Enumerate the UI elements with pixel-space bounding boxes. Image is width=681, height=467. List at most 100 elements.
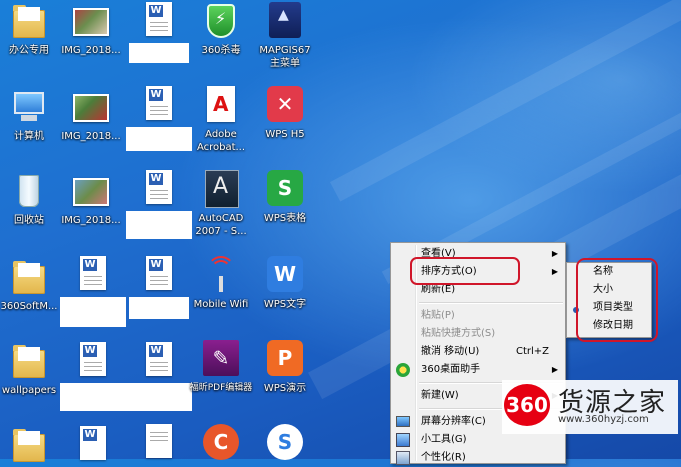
site-watermark: 360 货源之家 www.360hyzj.com bbox=[502, 380, 678, 434]
word-doc-icon: W bbox=[146, 2, 172, 36]
wps-spreadsheet-icon: S bbox=[267, 170, 303, 206]
recycle-bin-icon bbox=[19, 175, 39, 207]
watermark-url: www.360hyzj.com bbox=[558, 414, 649, 425]
desktop-icon-img-1[interactable]: IMG_2018... bbox=[58, 2, 124, 57]
word-doc-icon: W bbox=[146, 342, 172, 376]
desktop-icon-label: 计算机 bbox=[14, 131, 44, 142]
photo-icon bbox=[73, 8, 109, 36]
desktop-icon-wps-h5[interactable]: ✕ WPS H5 bbox=[252, 86, 318, 141]
desktop-icon-label: 360SoftM... bbox=[0, 301, 58, 312]
360-antivirus-icon bbox=[207, 4, 235, 38]
autocad-icon bbox=[205, 170, 239, 208]
desktop-icon-label bbox=[129, 297, 189, 319]
desktop-icon-label: Mobile Wifi bbox=[193, 299, 249, 310]
360-logo: 360 bbox=[504, 384, 550, 426]
mobile-wifi-icon bbox=[207, 256, 235, 292]
desktop-icon-word-doc[interactable]: W bbox=[126, 170, 192, 239]
desktop-icon-label: 办公专用 bbox=[9, 45, 49, 56]
desktop-icon-360-browser[interactable]: C bbox=[188, 424, 254, 464]
desktop-icon-label bbox=[129, 43, 189, 63]
desktop-icon-foxit-pdf[interactable]: ✎ 福昕PDF编辑器 bbox=[188, 340, 254, 395]
desktop-icon-office-folder[interactable]: 办公专用 bbox=[0, 2, 62, 57]
word-doc-icon: W bbox=[80, 256, 106, 290]
sort-by-highlight bbox=[410, 257, 520, 285]
desktop-icon-word-doc[interactable]: W bbox=[126, 342, 192, 411]
desktop-icon-img-2[interactable]: IMG_2018... bbox=[58, 88, 124, 143]
desktop-icon-label: WPS文字 bbox=[263, 299, 307, 310]
gadgets-icon bbox=[396, 433, 410, 447]
desktop-icon-label bbox=[60, 297, 126, 327]
desktop-icon-adobe-acrobat[interactable]: Adobe Acrobat... bbox=[188, 86, 254, 154]
desktop-icon-label bbox=[126, 127, 192, 151]
desktop-icon-word-doc[interactable]: W bbox=[126, 86, 192, 151]
desktop-icon-label: Adobe Acrobat... bbox=[196, 129, 246, 153]
wps-h5-icon: ✕ bbox=[267, 86, 303, 122]
desktop-icon-recycle-bin[interactable]: 回收站 bbox=[0, 172, 62, 227]
desktop-icon-label: MAPGIS67 主菜单 bbox=[259, 45, 311, 69]
desktop-icon-wps-spreadsheet[interactable]: S WPS表格 bbox=[252, 170, 318, 225]
submenu-arrow-icon: ▶ bbox=[551, 249, 558, 258]
desktop-icon-label: 福昕PDF编辑器 bbox=[189, 383, 253, 393]
foxit-pdf-icon: ✎ bbox=[203, 340, 239, 376]
desktop-icon-label: WPS演示 bbox=[263, 383, 307, 394]
menu-item-undo-move[interactable]: 撤消 移动(U) Ctrl+Z bbox=[391, 343, 565, 361]
desktop-icon-label: IMG_2018... bbox=[61, 131, 121, 142]
wps-writer-icon: W bbox=[267, 256, 303, 292]
desktop-icon-wps-presentation[interactable]: P WPS演示 bbox=[252, 340, 318, 395]
desktop-icon-label bbox=[126, 211, 192, 239]
desktop-icon-label bbox=[126, 383, 192, 411]
desktop-icon-360softm[interactable]: 360SoftM... bbox=[0, 258, 62, 313]
desktop-icon-autocad[interactable]: AutoCAD 2007 - S... bbox=[188, 170, 254, 238]
desktop-icon-label: IMG_2018... bbox=[61, 45, 121, 56]
desktop-icon-label: 回收站 bbox=[14, 215, 44, 226]
360-assistant-icon bbox=[396, 363, 410, 377]
adobe-acrobat-icon bbox=[207, 86, 235, 122]
menu-item-personalize[interactable]: 个性化(R) bbox=[391, 449, 565, 467]
submenu-arrow-icon: ▶ bbox=[551, 267, 558, 276]
menu-separator bbox=[419, 302, 563, 304]
folder-icon bbox=[13, 345, 45, 378]
desktop-icon-label: IMG_2018... bbox=[61, 215, 121, 226]
desktop-icon-label bbox=[60, 383, 126, 411]
desktop-icon-folder-partial[interactable] bbox=[0, 426, 62, 466]
desktop-icon-wallpapers[interactable]: wallpapers bbox=[0, 342, 62, 397]
desktop-icon-label: WPS表格 bbox=[263, 213, 307, 224]
desktop-icon-360-antivirus[interactable]: 360杀毒 bbox=[188, 2, 254, 57]
submenu-arrow-icon: ▶ bbox=[551, 365, 558, 374]
desktop-icon-label: wallpapers bbox=[1, 385, 57, 396]
desktop-icon-mobile-wifi[interactable]: Mobile Wifi bbox=[188, 256, 254, 311]
desktop-icon-sogou[interactable]: S bbox=[252, 424, 318, 464]
menu-item-paste-shortcut[interactable]: 粘贴快捷方式(S) bbox=[391, 325, 565, 343]
mapgis-icon bbox=[269, 2, 301, 38]
shortcut-label: Ctrl+Z bbox=[515, 346, 549, 357]
word-doc-icon: W bbox=[146, 86, 172, 120]
360-browser-icon: C bbox=[203, 424, 239, 460]
desktop-icon-word-doc[interactable]: W bbox=[126, 256, 192, 319]
desktop-icon-word-doc[interactable]: W bbox=[60, 426, 126, 466]
folder-icon bbox=[13, 5, 45, 38]
word-doc-icon: W bbox=[80, 426, 106, 460]
desktop-icon-label: AutoCAD 2007 - S... bbox=[195, 213, 247, 237]
wps-presentation-icon: P bbox=[267, 340, 303, 376]
folder-icon bbox=[13, 261, 45, 294]
desktop-icon-computer[interactable]: 计算机 bbox=[0, 88, 62, 143]
menu-item-360-desktop-assistant[interactable]: 360桌面助手 ▶ bbox=[391, 361, 565, 379]
word-doc-icon: W bbox=[146, 170, 172, 204]
photo-icon bbox=[73, 178, 109, 206]
desktop-icon-mapgis[interactable]: MAPGIS67 主菜单 bbox=[252, 2, 318, 70]
photo-icon bbox=[73, 94, 109, 122]
menu-item-paste[interactable]: 粘贴(P) bbox=[391, 307, 565, 325]
desktop-icon-img-3[interactable]: IMG_2018... bbox=[58, 172, 124, 227]
desktop-icon-word-doc[interactable]: W bbox=[60, 256, 126, 327]
sogou-icon: S bbox=[267, 424, 303, 460]
desktop-icon-label: 360杀毒 bbox=[201, 45, 241, 56]
desktop-icon-document[interactable] bbox=[126, 424, 192, 464]
desktop-icon-label: WPS H5 bbox=[265, 129, 305, 140]
folder-icon bbox=[13, 429, 45, 462]
desktop-icon-word-doc[interactable]: W bbox=[126, 2, 192, 63]
desktop-icon-word-doc[interactable]: W bbox=[60, 342, 126, 411]
desktop-icon-wps-writer[interactable]: W WPS文字 bbox=[252, 256, 318, 311]
word-doc-icon: W bbox=[80, 342, 106, 376]
personalize-icon bbox=[396, 451, 410, 465]
word-doc-icon: W bbox=[146, 256, 172, 290]
